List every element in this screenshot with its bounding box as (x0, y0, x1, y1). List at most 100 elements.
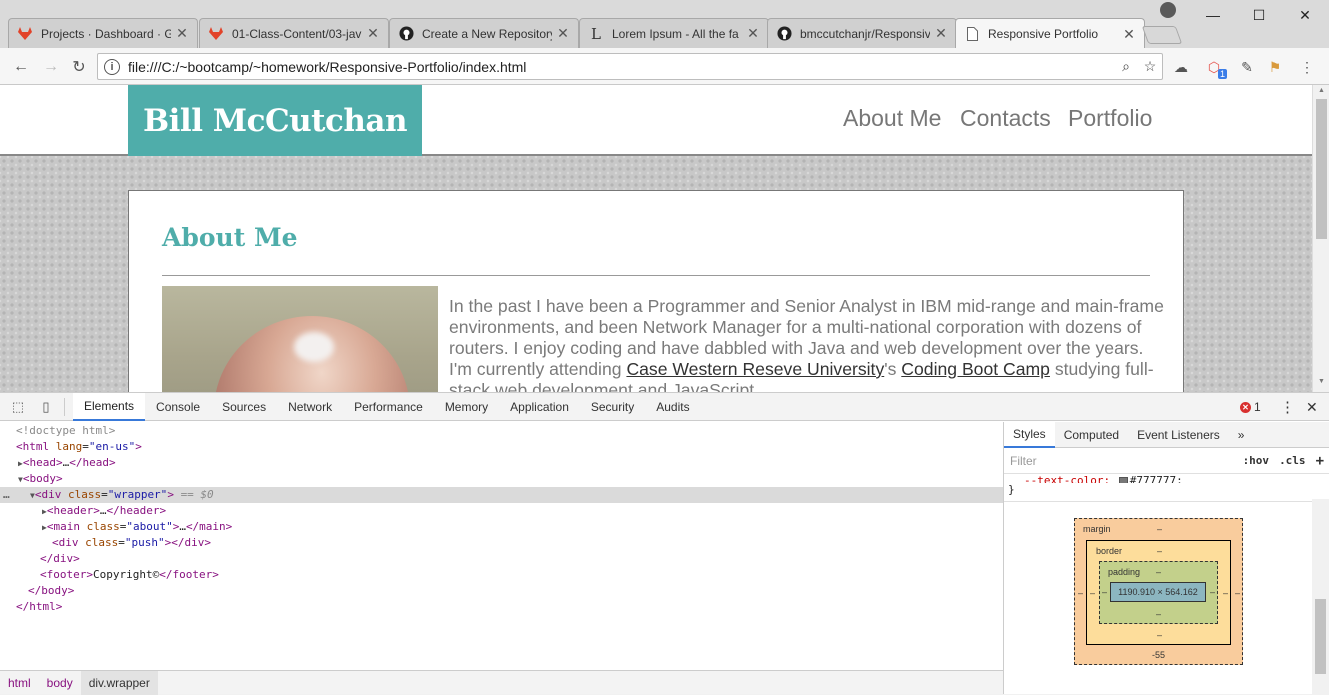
browser-tab-3[interactable]: Create a New Repository ✕ (389, 18, 579, 48)
forward-button[interactable]: → (40, 56, 62, 78)
browser-tab-2[interactable]: 01-Class-Content/03-jav ✕ (199, 18, 389, 48)
devtools-close-icon[interactable]: ✕ (1306, 393, 1318, 421)
reload-button[interactable]: ↻ (68, 56, 90, 78)
box-model-border[interactable]: border – – – – padding – – – – 1190.910 … (1086, 540, 1231, 645)
address-bar[interactable]: i file:///C:/~bootcamp/~homework/Respons… (97, 53, 1163, 80)
filter-input[interactable]: Filter (1004, 454, 1238, 468)
dom-line-doctype[interactable]: <!doctype html> (0, 423, 1003, 439)
bookmark-star-icon[interactable]: ☆ (1138, 58, 1162, 75)
minimize-button[interactable]: — (1190, 0, 1236, 30)
scroll-thumb[interactable] (1315, 599, 1326, 674)
tab-audits[interactable]: Audits (645, 393, 700, 421)
dom-line-head[interactable]: ▶<head>…</head> (0, 455, 1003, 471)
device-toggle-icon[interactable]: ▯ (36, 397, 56, 417)
doctype-text: <!doctype html> (16, 424, 116, 437)
cloud-extension-icon[interactable]: ☁ (1172, 58, 1190, 76)
tab-computed[interactable]: Computed (1055, 422, 1128, 448)
page-scrollbar[interactable]: ▲ ▼ (1312, 85, 1329, 392)
close-window-button[interactable]: ✕ (1282, 0, 1328, 30)
tab-sources[interactable]: Sources (211, 393, 277, 421)
close-icon[interactable]: ✕ (746, 25, 760, 42)
gitlab-icon (17, 26, 33, 42)
cls-button[interactable]: .cls (1274, 454, 1311, 467)
dom-line-html[interactable]: <html lang="en-us"> (0, 439, 1003, 455)
close-icon[interactable]: ✕ (556, 25, 570, 42)
dom-line-main[interactable]: ▶<main class="about">…</main> (0, 519, 1003, 535)
profile-icon[interactable] (1160, 2, 1176, 18)
color-swatch-icon[interactable] (1118, 476, 1128, 483)
hov-button[interactable]: :hov (1238, 454, 1275, 467)
back-button[interactable]: ← (10, 56, 32, 78)
breadcrumb-body[interactable]: body (39, 671, 81, 695)
padding-bottom-value: – (1156, 609, 1162, 619)
inspect-element-icon[interactable]: ⬚ (8, 397, 28, 417)
zoom-icon[interactable]: ⌕ (1114, 58, 1138, 75)
padding-right-value: – (1210, 587, 1216, 597)
dom-line-wrapper-selected[interactable]: … ▼<div class="wrapper"> == $0 (0, 487, 1003, 503)
breadcrumb-html[interactable]: html (0, 671, 39, 695)
dom-line-body[interactable]: ▼<body> (0, 471, 1003, 487)
html-tag: html (22, 440, 50, 453)
more-dots-icon[interactable]: … (3, 487, 10, 503)
tab-console[interactable]: Console (145, 393, 211, 421)
scroll-down-icon[interactable]: ▼ (1316, 378, 1327, 385)
css-rule-close: } (1004, 483, 1329, 502)
close-icon[interactable]: ✕ (175, 25, 189, 42)
more-tabs-icon[interactable]: » (1229, 422, 1254, 448)
close-icon[interactable]: ✕ (366, 25, 380, 42)
new-rule-icon[interactable]: + (1311, 453, 1329, 469)
tab-title: 01-Class-Content/03-jav (232, 26, 362, 41)
maximize-button[interactable]: ☐ (1236, 0, 1282, 30)
styles-sidebar: Styles Computed Event Listeners » Filter… (1003, 421, 1329, 694)
tab-event-listeners[interactable]: Event Listeners (1128, 422, 1229, 448)
error-icon: ✕ (1240, 401, 1251, 413)
cwru-link[interactable]: Case Western Reseve University (626, 359, 884, 379)
photo-highlight (294, 332, 334, 362)
dom-line-div-close[interactable]: </div> (0, 551, 1003, 567)
tab-security[interactable]: Security (580, 393, 645, 421)
scroll-thumb[interactable] (1316, 99, 1327, 239)
bookmark-extension-icon[interactable]: ⚑ (1266, 58, 1284, 76)
dom-line-header[interactable]: ▶<header>…</header> (0, 503, 1003, 519)
box-model-padding[interactable]: padding – – – – 1190.910 × 564.162 (1099, 561, 1218, 624)
dom-tree[interactable]: <!doctype html> <html lang="en-us"> ▶<he… (0, 422, 1003, 670)
tab-styles[interactable]: Styles (1004, 421, 1055, 448)
tab-elements[interactable]: Elements (73, 392, 146, 421)
close-icon[interactable]: ✕ (1122, 26, 1136, 43)
dom-line-html-close[interactable]: </html> (0, 599, 1003, 615)
browser-tab-active[interactable]: Responsive Portfolio ✕ (955, 18, 1145, 49)
css-property-line[interactable]: --text-color: #777777; (1004, 474, 1329, 483)
bio-paragraph: In the past I have been a Programmer and… (449, 296, 1169, 392)
tab-title: Projects · Dashboard · G (41, 26, 171, 41)
nav-portfolio[interactable]: Portfolio (1068, 105, 1152, 132)
tab-memory[interactable]: Memory (434, 393, 499, 421)
nav-contacts[interactable]: Contacts (960, 105, 1051, 132)
tab-network[interactable]: Network (277, 393, 343, 421)
bootcamp-link[interactable]: Coding Boot Camp (901, 359, 1050, 379)
box-model-margin[interactable]: margin – – – -55 border – – – – padding … (1074, 518, 1243, 665)
scroll-up-icon[interactable]: ▲ (1316, 87, 1327, 94)
tab-application[interactable]: Application (499, 393, 580, 421)
dom-line-footer[interactable]: <footer>Copyright©</footer> (0, 567, 1003, 583)
eyedropper-extension-icon[interactable]: ✎ (1238, 58, 1256, 76)
browser-tab-4[interactable]: L Lorem Ipsum - All the fa ✕ (579, 18, 769, 48)
info-icon[interactable]: i (104, 58, 120, 75)
browser-tab-5[interactable]: bmccutchanjr/Responsiv ✕ (767, 18, 957, 48)
devtools-menu-icon[interactable]: ⋮ (1280, 393, 1295, 421)
dom-line-body-close[interactable]: </body> (0, 583, 1003, 599)
breadcrumb-wrapper[interactable]: div.wrapper (80, 670, 158, 695)
error-counter[interactable]: ✕ 1 (1240, 393, 1261, 421)
site-brand[interactable]: Bill McCutchan (128, 85, 422, 156)
devtools-scrollbar[interactable] (1312, 499, 1329, 694)
browser-tab-1[interactable]: Projects · Dashboard · G ✕ (8, 18, 198, 48)
close-icon[interactable]: ✕ (934, 25, 948, 42)
extension-icon[interactable]: ⬡ 1 (1205, 58, 1227, 79)
sidebar-tabs: Styles Computed Event Listeners » (1004, 421, 1329, 448)
nav-about-me[interactable]: About Me (843, 105, 941, 132)
dom-line-push[interactable]: <div class="push"></div> (0, 535, 1003, 551)
box-model-content[interactable]: 1190.910 × 564.162 (1110, 582, 1206, 602)
menu-icon[interactable]: ⋮ (1298, 58, 1316, 76)
new-tab-button[interactable] (1141, 26, 1183, 44)
extension-badge: 1 (1217, 69, 1227, 79)
tab-performance[interactable]: Performance (343, 393, 434, 421)
